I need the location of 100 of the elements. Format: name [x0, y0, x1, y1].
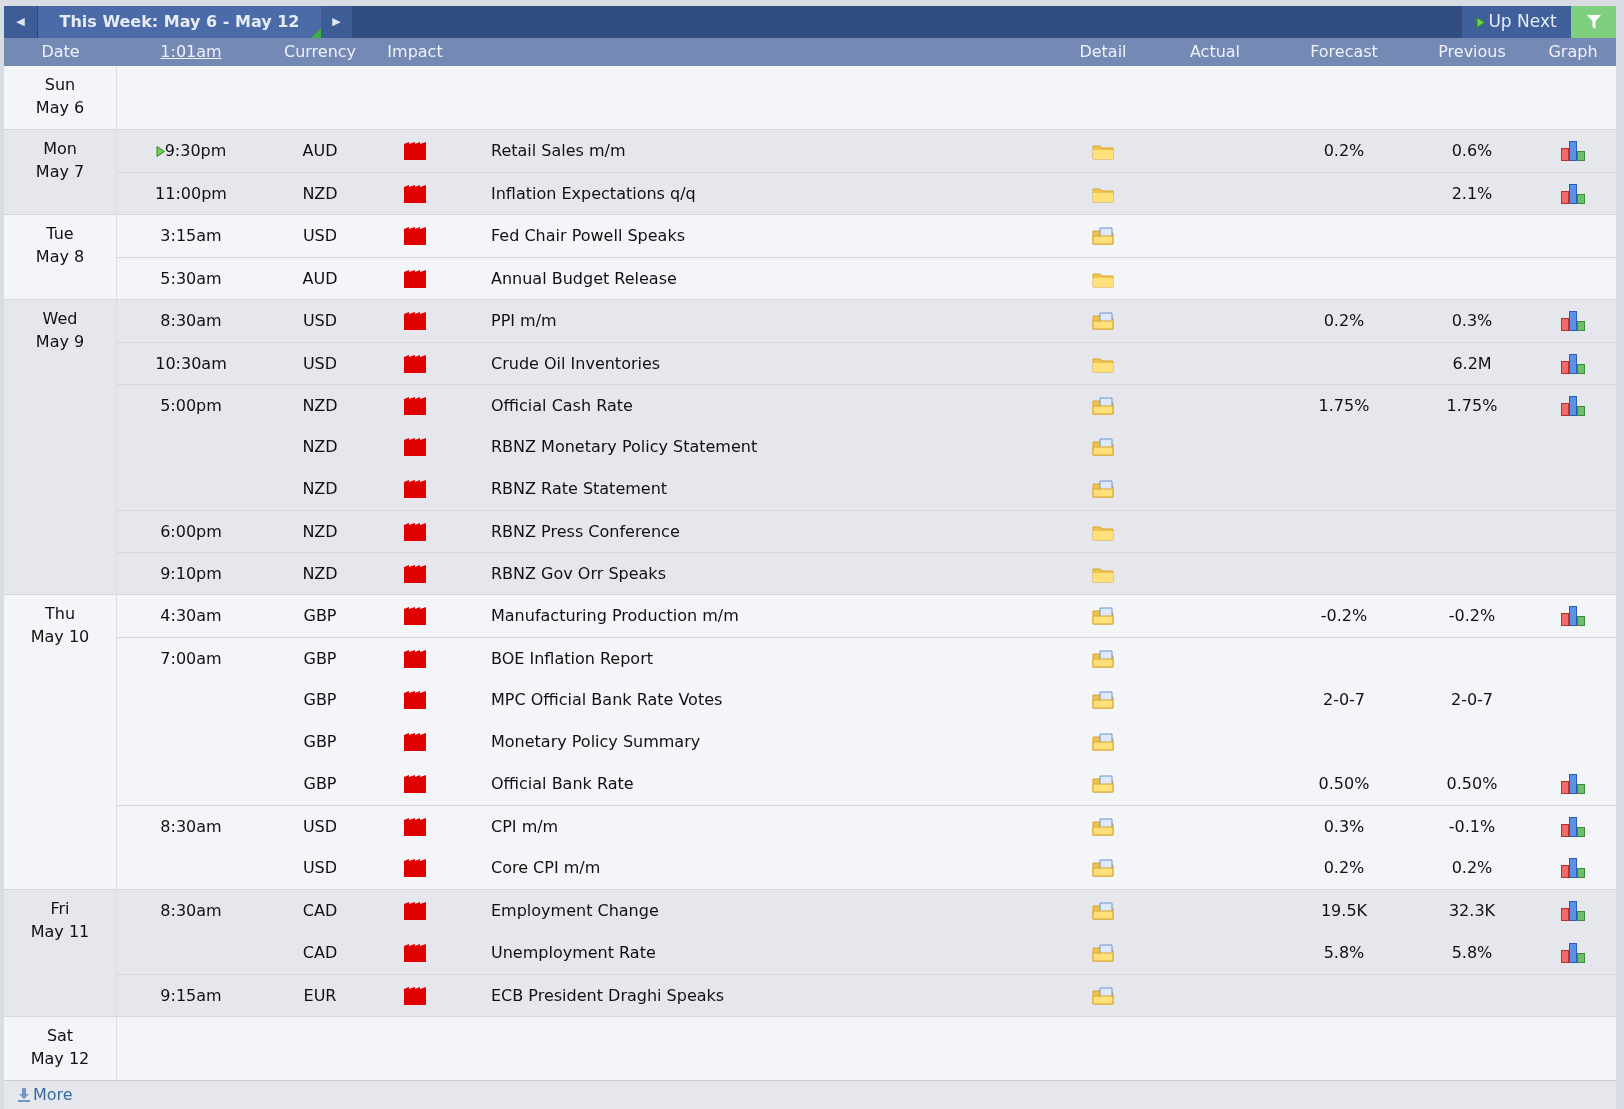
- bar-graph-icon[interactable]: [1561, 353, 1585, 374]
- event-title[interactable]: BOE Inflation Report: [491, 646, 653, 671]
- folder-document-icon[interactable]: [1092, 733, 1114, 752]
- event-title[interactable]: Inflation Expectations q/q: [491, 181, 696, 206]
- event-time: 6:00pm: [160, 520, 222, 543]
- event-title[interactable]: Crude Oil Inventories: [491, 351, 661, 376]
- event-title[interactable]: Monetary Policy Summary: [491, 730, 701, 755]
- weekday-label: Wed: [42, 308, 78, 331]
- bar-graph-icon[interactable]: [1561, 816, 1585, 837]
- event-title[interactable]: RBNZ Gov Orr Speaks: [491, 561, 666, 586]
- event-title[interactable]: Core CPI m/m: [491, 856, 601, 881]
- currency-code: USD: [302, 815, 338, 838]
- currency-code: USD: [302, 352, 338, 375]
- previous-value: 2-0-7: [1450, 689, 1494, 712]
- factory-icon: [404, 184, 426, 203]
- bar-graph-icon[interactable]: [1561, 311, 1585, 332]
- play-icon: [1476, 16, 1486, 28]
- event-title[interactable]: PPI m/m: [491, 309, 557, 334]
- currency-code: EUR: [303, 984, 337, 1007]
- event-title[interactable]: RBNZ Press Conference: [491, 519, 680, 544]
- event-title[interactable]: ECB President Draghi Speaks: [491, 983, 725, 1008]
- folder-document-icon[interactable]: [1092, 649, 1114, 668]
- folder-document-icon[interactable]: [1092, 607, 1114, 626]
- previous-week-button[interactable]: ◀: [4, 6, 37, 39]
- event-title[interactable]: Annual Budget Release: [491, 266, 677, 291]
- forecast-value: 2-0-7: [1322, 689, 1366, 712]
- previous-value: 32.3K: [1448, 900, 1496, 923]
- factory-icon: [404, 227, 426, 246]
- factory-icon: [404, 691, 426, 710]
- forecast-value: 0.50%: [1318, 773, 1370, 796]
- folder-document-icon[interactable]: [1092, 902, 1114, 921]
- event-time: 7:00am: [160, 647, 222, 670]
- currency-code: AUD: [302, 267, 338, 290]
- event-title[interactable]: Manufacturing Production m/m: [491, 604, 739, 629]
- up-next-button[interactable]: Up Next: [1462, 6, 1571, 39]
- bar-graph-icon[interactable]: [1561, 943, 1585, 964]
- event-title[interactable]: CPI m/m: [491, 814, 559, 839]
- folder-document-icon[interactable]: [1092, 817, 1114, 836]
- forecast-value: 0.2%: [1323, 857, 1365, 880]
- factory-icon: [404, 142, 426, 161]
- factory-icon: [404, 733, 426, 752]
- forecast-value: 1.75%: [1318, 394, 1370, 417]
- factory-icon: [404, 649, 426, 668]
- bar-graph-icon[interactable]: [1561, 395, 1585, 416]
- event-time: 5:30am: [160, 267, 222, 290]
- event-title[interactable]: Unemployment Rate: [491, 941, 656, 966]
- bar-graph-icon[interactable]: [1561, 774, 1585, 795]
- event-title[interactable]: Retail Sales m/m: [491, 139, 626, 164]
- currency-code: GBP: [303, 605, 337, 628]
- more-link[interactable]: More: [18, 1083, 73, 1108]
- event-title[interactable]: RBNZ Rate Statement: [491, 477, 668, 502]
- currency-code: NZD: [302, 436, 338, 459]
- event-title[interactable]: Official Bank Rate: [491, 772, 634, 797]
- date-label: May 8: [35, 246, 85, 269]
- factory-icon: [404, 522, 426, 541]
- event-title[interactable]: MPC Official Bank Rate Votes: [491, 688, 723, 713]
- bar-graph-icon[interactable]: [1561, 183, 1585, 204]
- folder-document-icon[interactable]: [1092, 438, 1114, 457]
- filter-button[interactable]: [1571, 6, 1616, 39]
- folder-document-icon[interactable]: [1092, 396, 1114, 415]
- folder-document-icon[interactable]: [1092, 227, 1114, 246]
- forecast-value: 0.2%: [1323, 140, 1365, 163]
- factory-icon: [404, 269, 426, 288]
- folder-document-icon[interactable]: [1092, 859, 1114, 878]
- previous-value: 2.1%: [1451, 182, 1493, 205]
- folder-document-icon[interactable]: [1092, 480, 1114, 499]
- bar-graph-icon[interactable]: [1561, 606, 1585, 627]
- weekday-label: Thu: [44, 603, 76, 626]
- event-time: 8:30am: [160, 815, 222, 838]
- weekday-label: Tue: [46, 223, 74, 246]
- factory-icon: [404, 354, 426, 373]
- factory-icon: [404, 396, 426, 415]
- bar-graph-icon[interactable]: [1561, 141, 1585, 162]
- currency-code: GBP: [303, 773, 337, 796]
- folder-document-icon[interactable]: [1092, 312, 1114, 331]
- date-label: May 10: [30, 626, 90, 649]
- previous-value: 0.50%: [1446, 773, 1498, 796]
- event-title[interactable]: Employment Change: [491, 899, 659, 924]
- folder-document-icon[interactable]: [1092, 691, 1114, 710]
- bar-graph-icon[interactable]: [1561, 858, 1585, 879]
- factory-icon: [404, 607, 426, 626]
- currency-code: NZD: [302, 182, 338, 205]
- week-selector[interactable]: This Week: May 6 - May 12: [37, 6, 321, 39]
- event-title[interactable]: Fed Chair Powell Speaks: [491, 224, 685, 249]
- forecast-value: 0.2%: [1323, 310, 1365, 333]
- event-title[interactable]: Official Cash Rate: [491, 393, 633, 418]
- forecast-value: 19.5K: [1320, 900, 1368, 923]
- event-title[interactable]: RBNZ Monetary Policy Statement: [491, 435, 758, 460]
- folder-icon[interactable]: [1092, 142, 1114, 161]
- currency-code: NZD: [302, 562, 338, 585]
- currency-code: NZD: [302, 520, 338, 543]
- factory-icon: [404, 902, 426, 921]
- bar-graph-icon[interactable]: [1561, 901, 1585, 922]
- currency-code: AUD: [302, 140, 338, 163]
- filter-icon: [1586, 15, 1601, 30]
- folder-document-icon[interactable]: [1092, 775, 1114, 794]
- column-header: Detail: [1079, 41, 1127, 64]
- folder-document-icon[interactable]: [1092, 986, 1114, 1005]
- next-week-button[interactable]: ▶: [321, 6, 352, 39]
- folder-document-icon[interactable]: [1092, 944, 1114, 963]
